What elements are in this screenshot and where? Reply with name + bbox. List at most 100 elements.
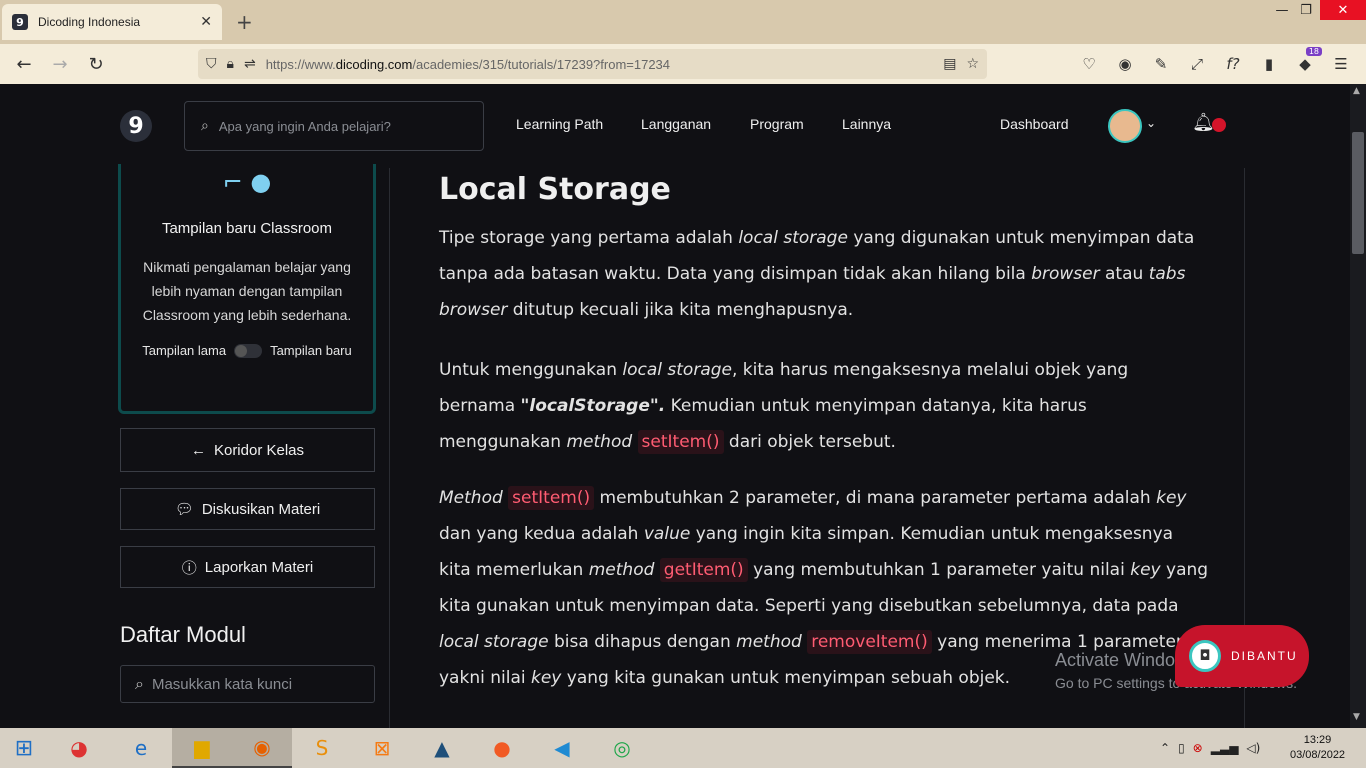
sidebar: ⌐ ● Tampilan baru Classroom Nikmati peng… <box>0 164 390 728</box>
info-icon: ⓘ <box>181 559 197 577</box>
chevron-down-icon[interactable]: ⌄ <box>1146 116 1156 130</box>
view-toggle-row: Tampilan lama Tampilan baru <box>121 343 373 358</box>
reload-icon[interactable]: ↻ <box>78 49 114 79</box>
system-clock[interactable]: 13:29 03/08/2022 <box>1290 733 1345 763</box>
close-window-button[interactable]: ✕ <box>1320 0 1366 20</box>
paragraph-1: Tipe storage yang pertama adalah local s… <box>439 228 1195 320</box>
address-bar[interactable]: ⛉ 🔒︎ ⇌ https://www.dicoding.com/academie… <box>198 49 987 79</box>
extension-toolbar: ♡ ◉ ✎ ⤢ f? ▮ ◆ 18 ☰ <box>1078 44 1352 84</box>
dicoding-favicon: 9 <box>12 14 28 30</box>
nav-langganan[interactable]: Langganan <box>641 116 711 132</box>
chevron-up-icon[interactable]: ⌃ <box>1160 741 1170 755</box>
notification-dot <box>1212 118 1226 132</box>
close-tab-icon[interactable]: ✕ <box>200 14 212 30</box>
url-text[interactable]: https://www.dicoding.com/academies/315/t… <box>266 57 944 72</box>
extension-icon[interactable]: ◆ 18 <box>1294 47 1322 75</box>
bookmark-star-icon[interactable]: ☆ <box>966 56 979 72</box>
avatar[interactable] <box>1108 109 1142 143</box>
koridor-kelas-button[interactable]: ← Koridor Kelas <box>120 428 375 472</box>
whatsapp-icon[interactable]: ◎ <box>592 728 652 768</box>
code-getitem: getItem() <box>659 558 748 582</box>
battery-icon[interactable]: ▯ <box>1178 741 1185 755</box>
view-toggle-switch[interactable] <box>234 343 263 358</box>
site-search-input[interactable] <box>218 118 459 134</box>
nav-dashboard[interactable]: Dashboard <box>1000 116 1069 132</box>
screenshot-icon[interactable]: ⤢ <box>1186 53 1208 75</box>
site-search[interactable]: ⌕ <box>184 101 484 151</box>
modul-search[interactable]: ⌕ <box>120 665 375 703</box>
mask-icon[interactable]: ◉ <box>1114 53 1136 75</box>
pocket-icon[interactable]: ♡ <box>1078 53 1100 75</box>
tab-title: Dicoding Indonesia <box>38 15 141 29</box>
file-explorer-icon[interactable]: ▆ <box>172 728 232 768</box>
hamburger-menu-icon[interactable]: ☰ <box>1330 53 1352 75</box>
code-setitem: setItem() <box>637 430 724 454</box>
scroll-down-icon[interactable]: ▼ <box>1353 712 1360 722</box>
sublime-text-icon[interactable]: S <box>292 728 352 768</box>
firefox-icon[interactable]: ◉ <box>232 728 292 768</box>
maximize-window-button[interactable]: ❐ <box>1296 0 1316 20</box>
code-setitem: setItem() <box>508 486 595 510</box>
signal-icon[interactable]: ▂▃▅ <box>1211 741 1239 755</box>
nav-lainnya[interactable]: Lainnya <box>842 116 891 132</box>
promo-description: Nikmati pengalaman belajar yang lebih ny… <box>142 259 352 323</box>
scrollbar-thumb[interactable] <box>1352 132 1364 254</box>
toggle-label-old: Tampilan lama <box>142 343 227 358</box>
windows-taskbar: ⊞ ◕ e ▆ ◉ S ⊠ ▲ ● ◀ ◎ ⌃ ▯ ⊗ ▂▃▅ ◁) 13:29… <box>0 728 1366 768</box>
new-tab-icon[interactable]: + <box>236 10 253 34</box>
promo-title: Tampilan baru Classroom <box>161 220 333 237</box>
mysql-workbench-icon[interactable]: ▲ <box>412 728 472 768</box>
nav-learning-path[interactable]: Learning Path <box>516 116 603 132</box>
modul-search-input[interactable] <box>151 675 352 693</box>
windows-start-icon[interactable]: ⊞ <box>0 728 48 768</box>
vscode-icon[interactable]: ◀ <box>532 728 592 768</box>
page-scrollbar[interactable]: ▲ ▼ <box>1350 84 1366 728</box>
chat-bubble-icon: 💬︎ <box>174 501 194 518</box>
paragraph-2: Untuk menggunakan local storage, kita ha… <box>439 360 1129 454</box>
classroom-promo-card: ⌐ ● Tampilan baru Classroom Nikmati peng… <box>118 164 376 414</box>
network-off-icon[interactable]: ⊗ <box>1193 741 1203 755</box>
dibantu-chat-button[interactable]: ◘ DIBANTU <box>1175 625 1309 687</box>
browser-tab-bar: 9 Dicoding Indonesia ✕ + — ❐ ✕ <box>0 0 1366 44</box>
browser-tab[interactable]: 9 Dicoding Indonesia ✕ <box>2 4 222 40</box>
container-icon[interactable]: ▮ <box>1258 53 1280 75</box>
chrome-icon[interactable]: ◕ <box>48 728 110 768</box>
volume-icon[interactable]: ◁) <box>1246 741 1260 755</box>
dibantu-label: DIBANTU <box>1231 649 1298 663</box>
daftar-modul-title: Daftar Modul <box>120 622 246 647</box>
back-arrow-icon[interactable]: ← <box>6 49 42 79</box>
toggle-label-new: Tampilan baru <box>270 343 352 358</box>
laporkan-materi-button[interactable]: ⓘ Laporkan Materi <box>120 546 375 588</box>
postman-icon[interactable]: ● <box>472 728 532 768</box>
edge-icon[interactable]: e <box>110 728 172 768</box>
minimize-window-button[interactable]: — <box>1272 0 1292 20</box>
site-header: 9 ⌕ Learning Path Langganan Program Lain… <box>0 84 1350 168</box>
extension-badge: 18 <box>1305 47 1322 56</box>
classroom-icon: ⌐ ● <box>222 168 272 196</box>
search-icon: ⌕ <box>135 674 144 693</box>
xampp-icon[interactable]: ⊠ <box>352 728 412 768</box>
robot-icon: ◘ <box>1189 640 1221 672</box>
koridor-kelas-label: Koridor Kelas <box>213 441 305 459</box>
arrow-left-icon: ← <box>190 441 206 459</box>
diskusikan-materi-button[interactable]: 💬︎ Diskusikan Materi <box>120 488 375 530</box>
scroll-up-icon[interactable]: ▲ <box>1353 86 1360 96</box>
reader-view-icon[interactable]: ▤ <box>943 56 956 72</box>
clock-time: 13:29 <box>1303 734 1332 746</box>
lock-icon[interactable]: 🔒︎ <box>227 56 234 72</box>
pen-icon[interactable]: ✎ <box>1150 53 1172 75</box>
permissions-icon[interactable]: ⇌ <box>244 56 256 72</box>
browser-toolbar: ← → ↻ ⛉ 🔒︎ ⇌ https://www.dicoding.com/ac… <box>0 44 1366 84</box>
article-content: Local Storage Tipe storage yang pertama … <box>391 168 1245 728</box>
search-icon: ⌕ <box>201 118 209 134</box>
forward-arrow-icon[interactable]: → <box>42 49 78 79</box>
function-icon[interactable]: f? <box>1222 53 1244 75</box>
clock-date: 03/08/2022 <box>1290 749 1346 761</box>
laporkan-materi-label: Laporkan Materi <box>204 558 314 576</box>
dicoding-logo[interactable]: 9 <box>120 110 152 142</box>
shield-icon[interactable]: ⛉ <box>206 56 217 72</box>
article-title: Local Storage <box>439 172 671 207</box>
diskusikan-materi-label: Diskusikan Materi <box>201 500 321 518</box>
nav-program[interactable]: Program <box>750 116 804 132</box>
system-tray: ⌃ ▯ ⊗ ▂▃▅ ◁) <box>1160 728 1260 768</box>
